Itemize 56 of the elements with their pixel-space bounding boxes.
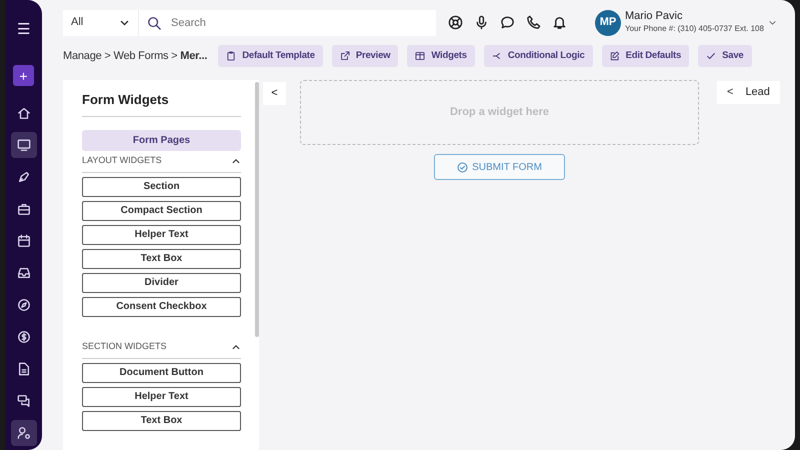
widget-button[interactable]: Text Box (82, 410, 241, 430)
user-avatar[interactable]: MP (595, 10, 621, 36)
scrollbar[interactable] (255, 82, 259, 337)
widget-button[interactable]: Section (82, 176, 241, 196)
breadcrumb: Manage > Web Forms > Mer... (63, 48, 208, 64)
check-circle-icon (457, 162, 468, 172)
search-icon (147, 16, 161, 30)
toolbar-button[interactable]: Default Template (218, 45, 323, 67)
lead-tab[interactable]: < Lead (717, 81, 780, 104)
add-button[interactable]: + (13, 65, 34, 86)
support-icon[interactable] (448, 15, 463, 30)
widget-button[interactable]: Helper Text (82, 224, 241, 244)
home-icon (16, 106, 30, 120)
external-link-icon (340, 51, 350, 61)
pen-icon (16, 170, 30, 184)
drop-zone: Drop a widget here (300, 80, 699, 145)
monitor-icon (16, 138, 30, 152)
widget-button[interactable]: Helper Text (82, 386, 241, 406)
widget-button[interactable]: Text Box (82, 248, 241, 268)
widget-button[interactable]: Document Button (82, 362, 241, 382)
toolbar-button[interactable]: Edit Defaults (602, 45, 690, 67)
briefcase-icon (16, 202, 30, 216)
toolbar-button[interactable]: Save (698, 45, 752, 67)
sidebar-item[interactable] (10, 420, 36, 446)
menu-icon[interactable]: ☰ (17, 22, 30, 37)
phone-icon[interactable] (526, 15, 541, 30)
form-pages-button[interactable]: Form Pages (82, 130, 241, 150)
sidebar-item[interactable] (10, 132, 36, 158)
columns-icon (415, 51, 426, 61)
check-icon (706, 51, 716, 61)
bell-icon[interactable] (552, 15, 567, 30)
widget-button[interactable]: Consent Checkbox (82, 296, 241, 316)
dollar-icon (16, 330, 30, 344)
section-heading: SECTION WIDGETS (82, 340, 167, 354)
calendar-icon (16, 234, 30, 248)
chat-icon (16, 394, 30, 408)
clipboard-icon (226, 51, 236, 61)
branch-icon (492, 51, 502, 61)
collapse-button[interactable]: < (263, 82, 286, 105)
inbox-icon (16, 266, 30, 280)
widget-button[interactable]: Divider (82, 272, 241, 292)
toolbar-button[interactable]: Conditional Logic (484, 45, 593, 67)
panel-title: Form Widgets (82, 90, 241, 116)
section-heading: LAYOUT WIDGETS (82, 154, 162, 168)
toolbar-button[interactable]: Widgets (407, 45, 475, 67)
edit-icon (610, 51, 620, 61)
widget-button[interactable]: Compact Section (82, 200, 241, 220)
user-name: Mario Pavic (625, 10, 684, 23)
chat-icon[interactable] (500, 15, 515, 30)
microphone-icon[interactable] (474, 15, 489, 30)
user-phone: Your Phone #: (310) 405-0737 Ext. 108 (625, 22, 764, 35)
compass-icon (16, 298, 30, 312)
scope-select[interactable]: All (63, 10, 139, 36)
toolbar-button[interactable]: Preview (332, 45, 398, 67)
user-gear-icon (16, 426, 30, 440)
document-icon (16, 362, 30, 376)
